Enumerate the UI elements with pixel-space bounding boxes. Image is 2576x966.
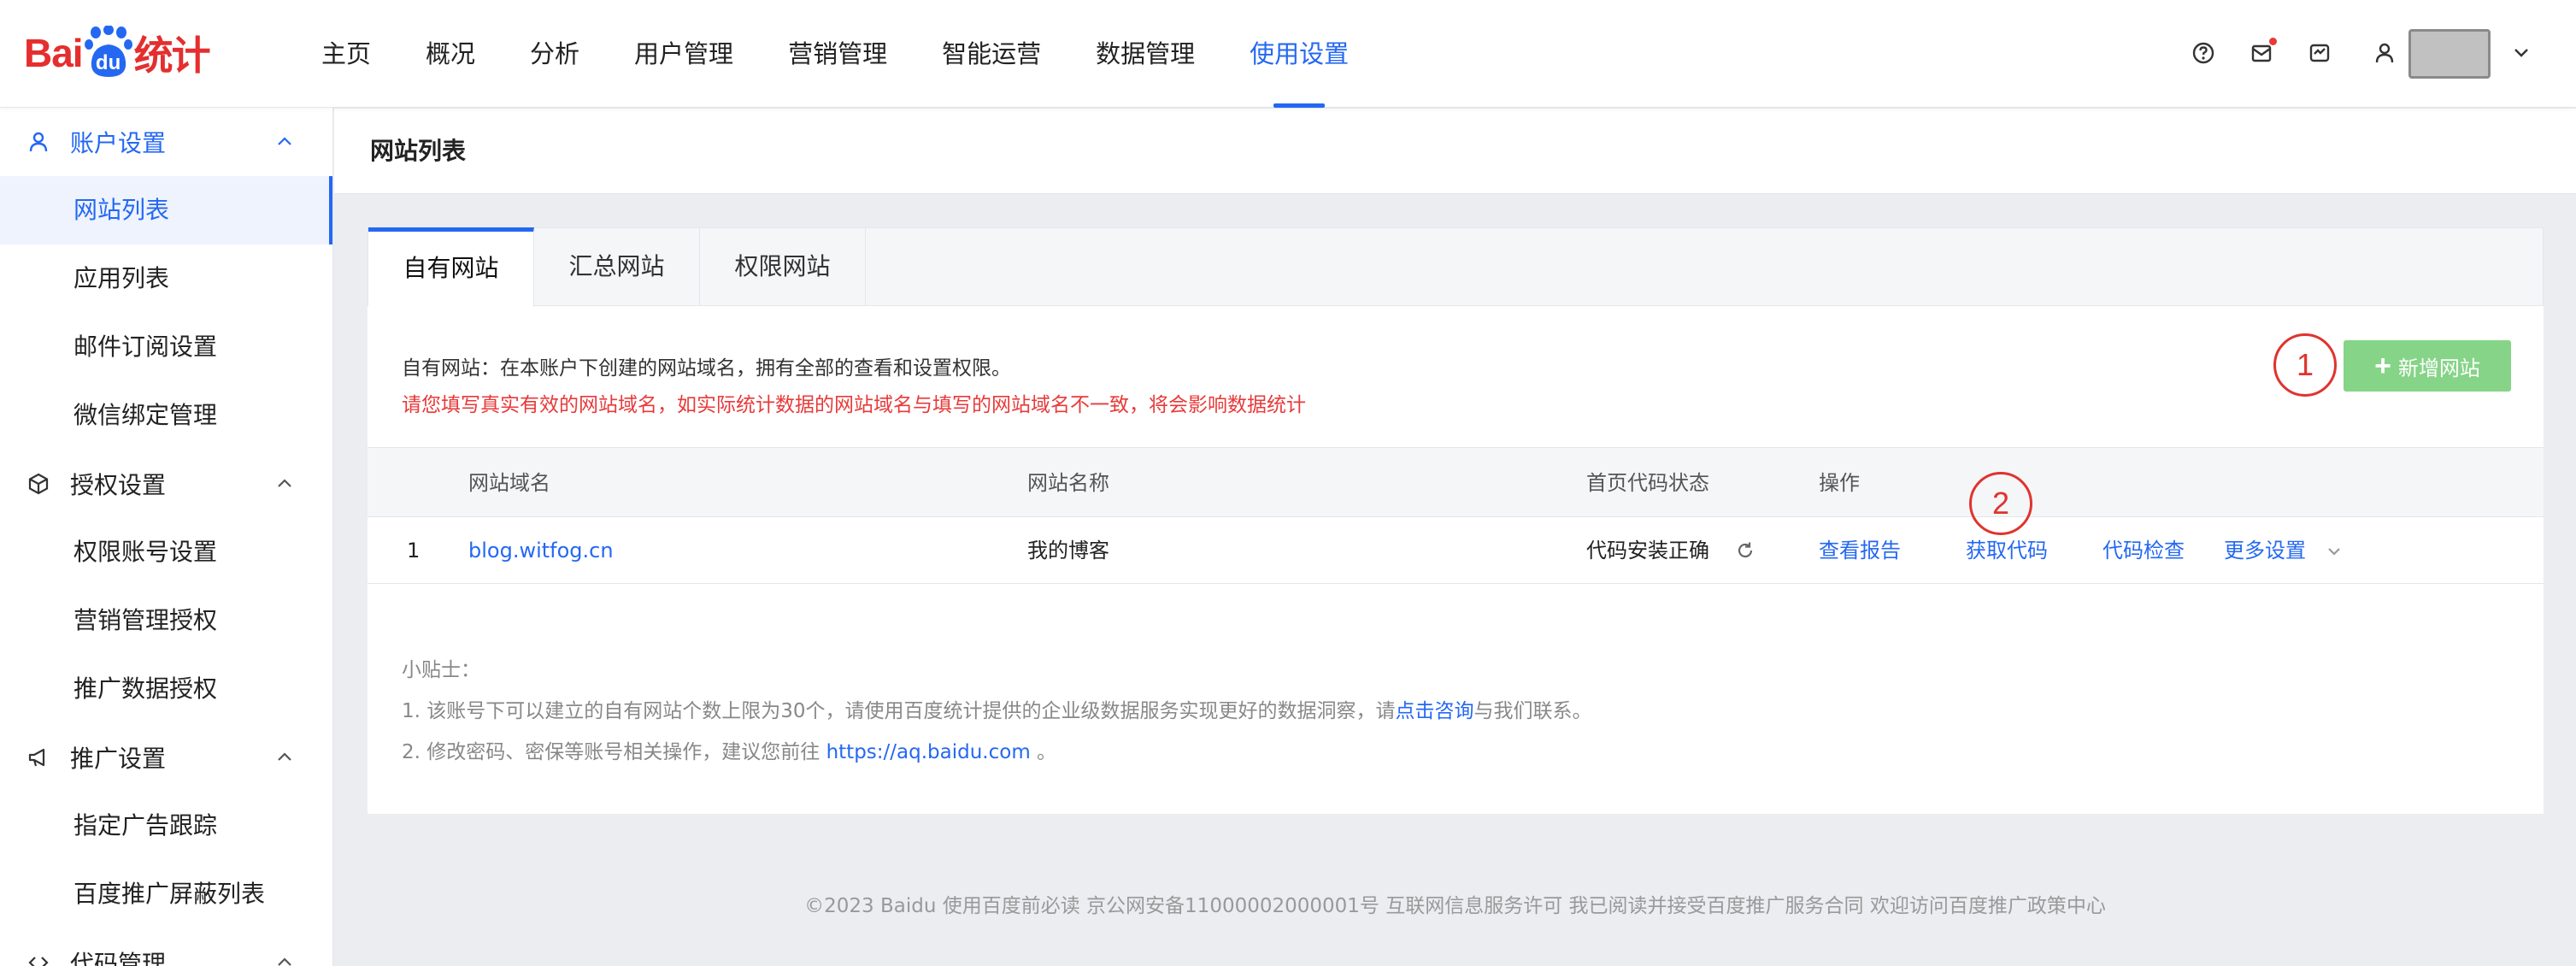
avatar[interactable] xyxy=(2408,29,2491,79)
chevron-up-icon xyxy=(278,957,291,966)
message-icon[interactable] xyxy=(2306,39,2333,67)
top-header: Bai du 统计 主页 概况 分析 用户管理 营销管理 智能运营 数据管理 使… xyxy=(0,0,2576,108)
main-nav: 主页 概况 分析 用户管理 营销管理 智能运营 数据管理 使用设置 xyxy=(321,0,1403,108)
add-site-label: 新增网站 xyxy=(2397,356,2480,380)
more-settings-link[interactable]: 更多设置 xyxy=(2224,517,2306,584)
nav-smart-operations[interactable]: 智能运营 xyxy=(942,0,1041,108)
chevron-up-icon xyxy=(278,137,291,145)
sidebar-group-label: 授权设置 xyxy=(70,471,167,499)
sidebar-item-promotion-blocklist[interactable]: 百度推广屏蔽列表 xyxy=(0,860,332,928)
mail-icon[interactable] xyxy=(2248,38,2277,67)
sidebar-item-marketing-authorization[interactable]: 营销管理授权 xyxy=(0,586,332,655)
logo-text-du: du xyxy=(95,51,121,74)
sidebar-group-account[interactable]: 账户设置 xyxy=(0,108,332,176)
add-site-button[interactable]: + 新增网站 xyxy=(2344,340,2511,392)
own-sites-description: 自有网站：在本账户下创建的网站域名，拥有全部的查看和设置权限。 xyxy=(402,357,1011,380)
annotation-marker-1: 1 xyxy=(2273,333,2337,397)
footer: ©2023 Baidu 使用百度前必读 京公网安备11000002000001号… xyxy=(804,895,2106,917)
tip-line-1: 1. 该账号下可以建立的自有网站个数上限为30个，请使用百度统计提供的企业级数据… xyxy=(402,694,1592,723)
plus-icon: + xyxy=(2374,350,2391,382)
tab-summary-sites[interactable]: 汇总网站 xyxy=(534,227,700,306)
code-check-link[interactable]: 代码检查 xyxy=(2103,517,2185,584)
column-header-domain: 网站域名 xyxy=(468,471,550,495)
column-header-site-name: 网站名称 xyxy=(1027,471,1109,495)
nav-user-management[interactable]: 用户管理 xyxy=(634,0,733,108)
nav-settings[interactable]: 使用设置 xyxy=(1250,0,1349,108)
row-index: 1 xyxy=(407,539,421,563)
tab-own-sites[interactable]: 自有网站 xyxy=(368,227,534,307)
megaphone-icon xyxy=(26,745,51,770)
code-icon xyxy=(26,950,51,966)
sidebar-group-promotion[interactable]: 推广设置 xyxy=(0,723,332,792)
sidebar-item-promotion-data-authorization[interactable]: 推广数据授权 xyxy=(0,655,332,723)
chevron-down-icon[interactable] xyxy=(2325,542,2344,561)
sidebar-item-site-list[interactable]: 网站列表 xyxy=(0,176,332,244)
tip-line-1-text: 1. 该账号下可以建立的自有网站个数上限为30个，请使用百度统计提供的企业级数据… xyxy=(402,700,1396,722)
sidebar-item-app-list[interactable]: 应用列表 xyxy=(0,244,332,313)
tip-line-2: 2. 修改密码、密保等账号相关操作，建议您前往 https://aq.baidu… xyxy=(402,735,1056,764)
sidebar-group-label: 推广设置 xyxy=(70,745,167,773)
table-header: 网站域名 网站名称 首页代码状态 操作 xyxy=(368,447,2544,517)
unread-dot xyxy=(2269,38,2277,45)
sidebar-group-authorization[interactable]: 授权设置 xyxy=(0,450,332,518)
nav-marketing-management[interactable]: 营销管理 xyxy=(788,0,887,108)
tab-permission-sites[interactable]: 权限网站 xyxy=(700,227,866,306)
logo-text-bai: Bai xyxy=(24,31,84,75)
nav-data-management[interactable]: 数据管理 xyxy=(1096,0,1195,108)
tip-line-1-suffix: 与我们联系。 xyxy=(1473,700,1592,722)
sidebar: 账户设置 网站列表 应用列表 邮件订阅设置 微信绑定管理 授权设置 权限账号设置… xyxy=(0,108,333,966)
site-domain-link[interactable]: blog.witfog.cn xyxy=(468,517,614,584)
sidebar-group-label: 账户设置 xyxy=(70,129,167,157)
tip-line-2-suffix: 。 xyxy=(1030,741,1057,763)
tip-line-2-text: 2. 修改密码、密保等账号相关操作，建议您前往 xyxy=(402,741,826,763)
view-report-link[interactable]: 查看报告 xyxy=(1819,517,1901,584)
sidebar-group-label: 代码管理 xyxy=(70,950,167,966)
domain-warning: 请您填写真实有效的网站域名，如实际统计数据的网站域名与填写的网站域名不一致，将会… xyxy=(402,394,1306,416)
table-row: 1 blog.witfog.cn 我的博客 代码安装正确 查看报告 获取代码 代… xyxy=(368,517,2544,584)
get-code-link[interactable]: 获取代码 xyxy=(1966,517,2048,584)
user-icon xyxy=(26,129,51,155)
nav-overview[interactable]: 概况 xyxy=(426,0,475,108)
consult-link[interactable]: 点击咨询 xyxy=(1396,700,1474,722)
page-header: 网站列表 xyxy=(334,109,2576,194)
tips-title: 小贴士： xyxy=(402,659,480,681)
security-center-link[interactable]: https://aq.baidu.com xyxy=(826,741,1031,763)
sidebar-item-permission-accounts[interactable]: 权限账号设置 xyxy=(0,518,332,586)
user-icon[interactable] xyxy=(2371,39,2398,67)
column-header-code-status: 首页代码状态 xyxy=(1586,471,1709,495)
sidebar-group-code-management[interactable]: 代码管理 xyxy=(0,928,332,966)
nav-analysis[interactable]: 分析 xyxy=(530,0,579,108)
site-list-card: 自有网站 汇总网站 权限网站 自有网站：在本账户下创建的网站域名，拥有全部的查看… xyxy=(368,227,2544,814)
refresh-icon[interactable] xyxy=(1735,540,1756,561)
column-header-actions: 操作 xyxy=(1819,471,1860,495)
sidebar-item-wechat-binding[interactable]: 微信绑定管理 xyxy=(0,381,332,450)
paw-icon: du xyxy=(84,26,132,80)
site-name: 我的博客 xyxy=(1027,539,1109,563)
logo-text-tongji: 统计 xyxy=(133,32,211,79)
code-status: 代码安装正确 xyxy=(1586,539,1709,563)
sidebar-item-email-subscription[interactable]: 邮件订阅设置 xyxy=(0,313,332,381)
chevron-up-icon xyxy=(278,479,291,487)
tab-bar: 自有网站 汇总网站 权限网站 xyxy=(368,227,2544,307)
nav-home[interactable]: 主页 xyxy=(321,0,371,108)
chevron-up-icon xyxy=(278,752,291,761)
page-title: 网站列表 xyxy=(370,137,467,165)
sidebar-item-ad-tracking[interactable]: 指定广告跟踪 xyxy=(0,792,332,860)
help-icon[interactable] xyxy=(2190,39,2217,67)
baidu-tongji-logo[interactable]: Bai du 统计 xyxy=(24,19,211,87)
cube-icon xyxy=(26,471,51,497)
chevron-down-icon[interactable] xyxy=(2508,39,2535,67)
